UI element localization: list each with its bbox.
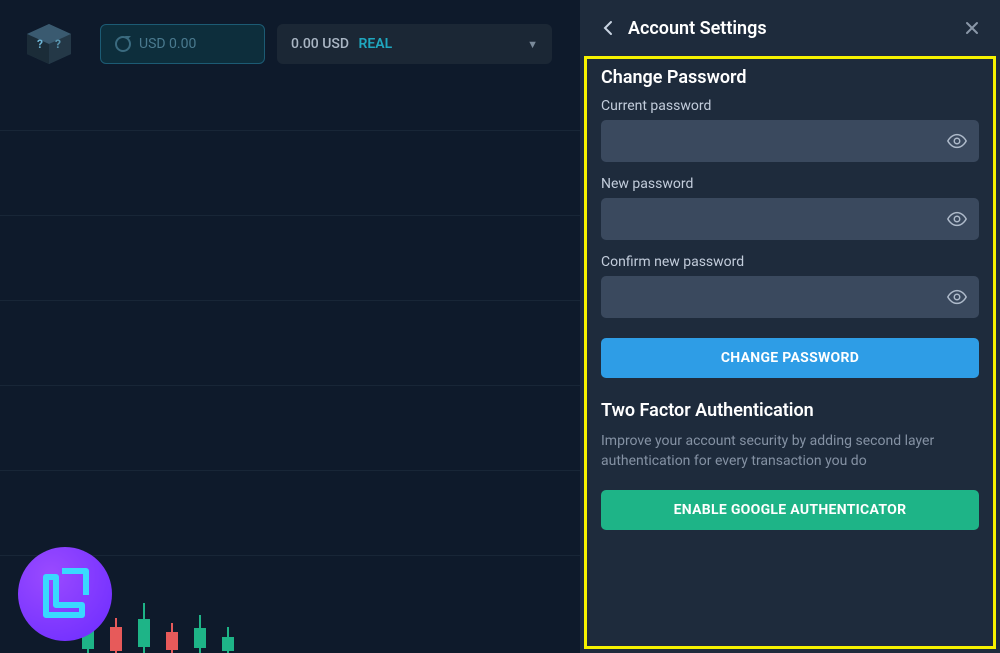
svg-text:?: ? [37, 37, 43, 51]
chart-area[interactable] [0, 70, 580, 653]
panel-title: Account Settings [628, 18, 767, 39]
back-button[interactable] [596, 16, 620, 40]
twofa-description: Improve your account security by adding … [601, 431, 979, 472]
panel-header: Account Settings [580, 0, 1000, 56]
account-settings-panel: Account Settings Change Password Current… [580, 0, 1000, 653]
new-password-label: New password [601, 176, 979, 192]
twofa-heading: Two Factor Authentication [601, 400, 979, 421]
change-password-button[interactable]: CHANGE PASSWORD [601, 338, 979, 378]
cube-icon[interactable]: ? ? [10, 19, 88, 69]
current-password-label: Current password [601, 98, 979, 114]
balance-tag: REAL [359, 36, 393, 52]
usd-pill-label: USD 0.00 [139, 36, 196, 52]
svg-text:?: ? [55, 37, 61, 51]
brand-logo [18, 547, 112, 641]
toggle-visibility-icon[interactable] [943, 205, 971, 233]
toggle-visibility-icon[interactable] [943, 127, 971, 155]
new-password-input[interactable] [601, 198, 979, 240]
toggle-visibility-icon[interactable] [943, 283, 971, 311]
confirm-password-label: Confirm new password [601, 254, 979, 270]
confirm-password-input[interactable] [601, 276, 979, 318]
change-password-heading: Change Password [601, 67, 979, 88]
reload-icon [115, 36, 131, 52]
account-balance-selector[interactable]: 0.00 USD REAL ▼ [277, 24, 552, 64]
balance-amount: 0.00 USD [291, 36, 349, 52]
enable-google-authenticator-button[interactable]: ENABLE GOOGLE AUTHENTICATOR [601, 490, 979, 530]
usd-balance-pill[interactable]: USD 0.00 [100, 24, 265, 64]
close-button[interactable] [960, 16, 984, 40]
current-password-input[interactable] [601, 120, 979, 162]
chevron-down-icon: ▼ [527, 38, 538, 51]
panel-body-highlighted: Change Password Current password New pas… [584, 56, 996, 649]
